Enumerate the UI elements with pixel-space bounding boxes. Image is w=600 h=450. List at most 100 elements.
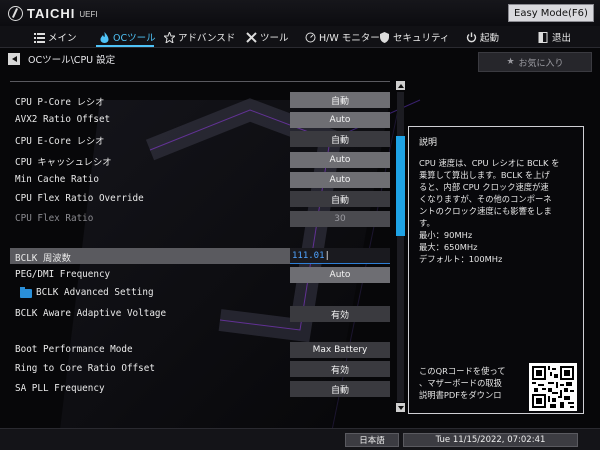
setting-value: 30 — [290, 211, 390, 227]
tab-boot[interactable]: 起動 — [466, 29, 499, 45]
setting-label: BCLK Advanced Setting — [36, 287, 154, 298]
setting-label: AVX2 Ratio Offset — [15, 114, 111, 125]
setting-value[interactable]: 自動 — [290, 191, 390, 207]
scroll-up-arrow-icon[interactable] — [396, 81, 405, 90]
favorite-button[interactable]: ★ お気に入り — [478, 52, 592, 72]
taichi-logo-icon — [8, 5, 23, 21]
setting-label: Min Cache Ratio — [15, 174, 99, 185]
setting-label: CPU P-Core レシオ — [15, 97, 105, 108]
power-icon — [466, 32, 477, 42]
tab-oc-tools[interactable]: OCツール — [99, 29, 156, 45]
monitor-icon — [305, 32, 316, 42]
star-icon — [164, 31, 175, 43]
qr-text: このQRコードを使って 、マザーボードの取扱 説明書PDFをダウンロ — [419, 365, 531, 401]
setting-cpu-cache-ratio[interactable]: CPU キャッシュレシオ Auto — [10, 152, 390, 168]
setting-value[interactable]: 有効 — [290, 306, 390, 322]
setting-value[interactable]: 有効 — [290, 361, 390, 377]
description-line: CPU 速度は、CPU レシオに BCLK を — [419, 158, 560, 168]
list-icon — [34, 32, 45, 43]
tab-security-label: セキュリティ — [393, 33, 450, 44]
setting-value[interactable]: 自動 — [290, 92, 390, 108]
bclk-frequency-value: 111.01 — [292, 250, 325, 261]
setting-boot-performance-mode[interactable]: Boot Performance Mode Max Battery — [10, 342, 390, 358]
setting-label: SA PLL Frequency — [15, 383, 105, 394]
tab-exit[interactable]: 退出 — [538, 29, 571, 45]
tab-security[interactable]: セキュリティ — [379, 29, 449, 45]
setting-ring-to-core-ratio-offset[interactable]: Ring to Core Ratio Offset 有効 — [10, 361, 390, 377]
setting-label: BCLK 周波数 — [15, 253, 71, 264]
setting-value[interactable]: Auto — [290, 152, 390, 168]
exit-icon — [538, 31, 548, 43]
description-line: 乗算して算出します。BCLK を上げ — [419, 170, 550, 180]
setting-label: Boot Performance Mode — [15, 344, 133, 355]
favorite-label: お気に入り — [518, 58, 564, 69]
setting-label: CPU Flex Ratio — [15, 213, 94, 224]
brand-sub: UEFI — [79, 10, 98, 19]
setting-bclk-frequency[interactable]: BCLK 周波数 — [10, 248, 290, 264]
text-cursor: | — [324, 250, 330, 261]
datetime-display[interactable]: Tue 11/15/2022, 07:02:41 — [403, 433, 578, 447]
tab-exit-label: 退出 — [552, 33, 572, 44]
description-text: CPU 速度は、CPU レシオに BCLK を 乗算して算出します。BCLK を… — [419, 157, 579, 265]
setting-peg-dmi-frequency[interactable]: PEG/DMI Frequency Auto — [10, 267, 390, 283]
brand-name: TAICHI — [27, 5, 76, 21]
description-title: 説明 — [419, 138, 438, 148]
setting-value[interactable]: Auto — [290, 172, 390, 188]
setting-value[interactable]: 自動 — [290, 131, 390, 147]
bclk-frequency-input[interactable]: 111.01 | — [290, 248, 390, 264]
description-line: ントのクロック速度にも影響をしま — [419, 206, 552, 216]
setting-value[interactable]: 自動 — [290, 381, 390, 397]
tab-main[interactable]: メイン — [34, 29, 77, 45]
description-line: 最小：90MHz — [419, 230, 473, 240]
tab-tools-label: ツール — [260, 33, 289, 44]
breadcrumb: OCツール\CPU 設定 — [8, 51, 115, 67]
setting-cpu-flex-ratio-override[interactable]: CPU Flex Ratio Override 自動 — [10, 191, 390, 207]
tab-advanced-label: アドバンスド — [178, 33, 236, 44]
setting-bclk-advanced[interactable]: BCLK Advanced Setting — [10, 285, 390, 301]
setting-value[interactable]: Auto — [290, 267, 390, 283]
star-icon: ★ — [506, 57, 515, 67]
qr-code-icon — [529, 363, 577, 411]
folder-icon — [20, 287, 32, 298]
qr-line: このQRコードを使って — [419, 366, 506, 376]
setting-label: BCLK Aware Adaptive Voltage — [15, 308, 167, 319]
setting-cpu-flex-ratio: CPU Flex Ratio 30 — [10, 211, 390, 227]
qr-line: 説明書PDFをダウンロ — [419, 390, 502, 400]
setting-cpu-p-core-ratio[interactable]: CPU P-Core レシオ 自動 — [10, 92, 390, 108]
setting-label: Ring to Core Ratio Offset — [15, 363, 155, 374]
description-panel: 説明 CPU 速度は、CPU レシオに BCLK を 乗算して算出します。BCL… — [408, 126, 584, 414]
setting-label: CPU キャッシュレシオ — [15, 157, 112, 168]
setting-bclk-aware-adaptive-voltage[interactable]: BCLK Aware Adaptive Voltage 有効 — [10, 306, 390, 322]
shield-icon — [380, 31, 389, 43]
tools-icon — [246, 31, 257, 43]
description-line: くなりますが、その他のコンポーネ — [419, 194, 552, 204]
description-line: す。 — [419, 218, 435, 228]
scroll-down-arrow-icon[interactable] — [396, 403, 405, 412]
tab-hw-monitor[interactable]: H/W モニター — [305, 29, 380, 45]
setting-min-cache-ratio[interactable]: Min Cache Ratio Auto — [10, 172, 390, 188]
easy-mode-button[interactable]: Easy Mode(F6) — [508, 4, 594, 22]
tab-advanced[interactable]: アドバンスド — [164, 29, 235, 45]
language-button[interactable]: 日本語 — [345, 433, 399, 447]
main-nav: メイン OCツール アドバンスド ツール H/W モニター セキュリティ 起動 … — [0, 26, 600, 48]
scrollbar-thumb[interactable] — [396, 136, 405, 236]
setting-value[interactable]: Max Battery — [290, 342, 390, 358]
flame-icon — [100, 31, 109, 43]
tab-boot-label: 起動 — [480, 33, 500, 44]
setting-sa-pll-frequency[interactable]: SA PLL Frequency 自動 — [10, 381, 390, 397]
setting-cpu-e-core-ratio[interactable]: CPU E-Core レシオ 自動 — [10, 131, 390, 147]
active-tab-indicator — [96, 45, 154, 47]
top-bar: TAICHI UEFI Easy Mode(F6) — [0, 0, 600, 26]
setting-value[interactable]: Auto — [290, 112, 390, 128]
tab-tools[interactable]: ツール — [246, 29, 289, 45]
setting-label: CPU Flex Ratio Override — [15, 193, 144, 204]
setting-avx2-ratio-offset[interactable]: AVX2 Ratio Offset Auto — [10, 112, 390, 128]
tab-hw-monitor-label: H/W モニター — [319, 33, 380, 44]
qr-line: 、マザーボードの取扱 — [419, 378, 502, 388]
description-line: デフォルト：100MHz — [419, 254, 503, 264]
brand-logo: TAICHI UEFI — [8, 5, 98, 21]
breadcrumb-path: OCツール\CPU 設定 — [28, 55, 116, 66]
back-arrow-icon[interactable] — [8, 53, 20, 65]
setting-label: PEG/DMI Frequency — [15, 269, 111, 280]
footer-bar: 日本語 Tue 11/15/2022, 07:02:41 — [0, 428, 600, 450]
